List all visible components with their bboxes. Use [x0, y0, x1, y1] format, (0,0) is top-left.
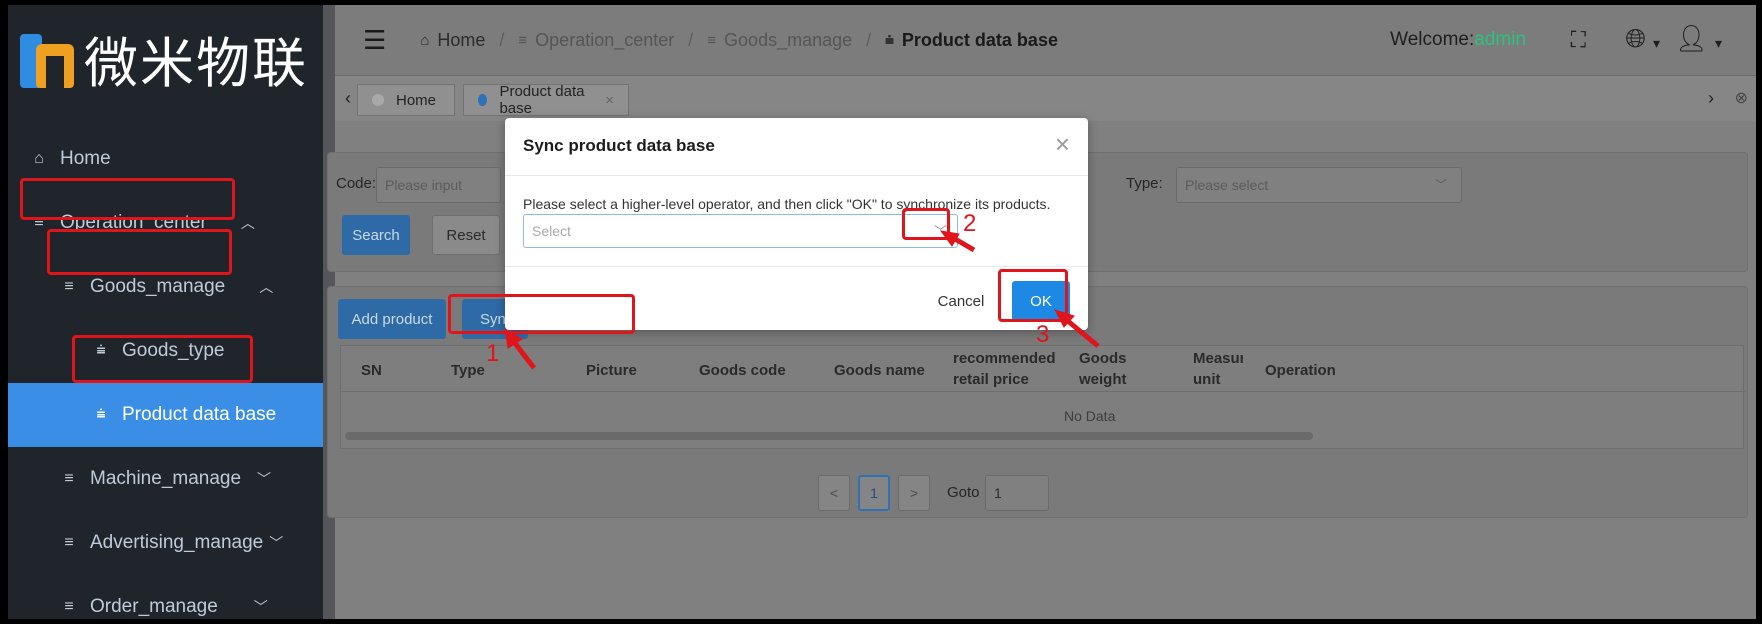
arrow-2-icon: [939, 230, 976, 253]
arrow-3-icon: [1053, 309, 1100, 348]
app-frame: 微米物联 ⌂ Home ≡ Operation_center ︿ ≡ Goods…: [8, 5, 1756, 619]
annotation-arrows: [504, 230, 1100, 370]
arrow-1-icon: [504, 328, 536, 370]
